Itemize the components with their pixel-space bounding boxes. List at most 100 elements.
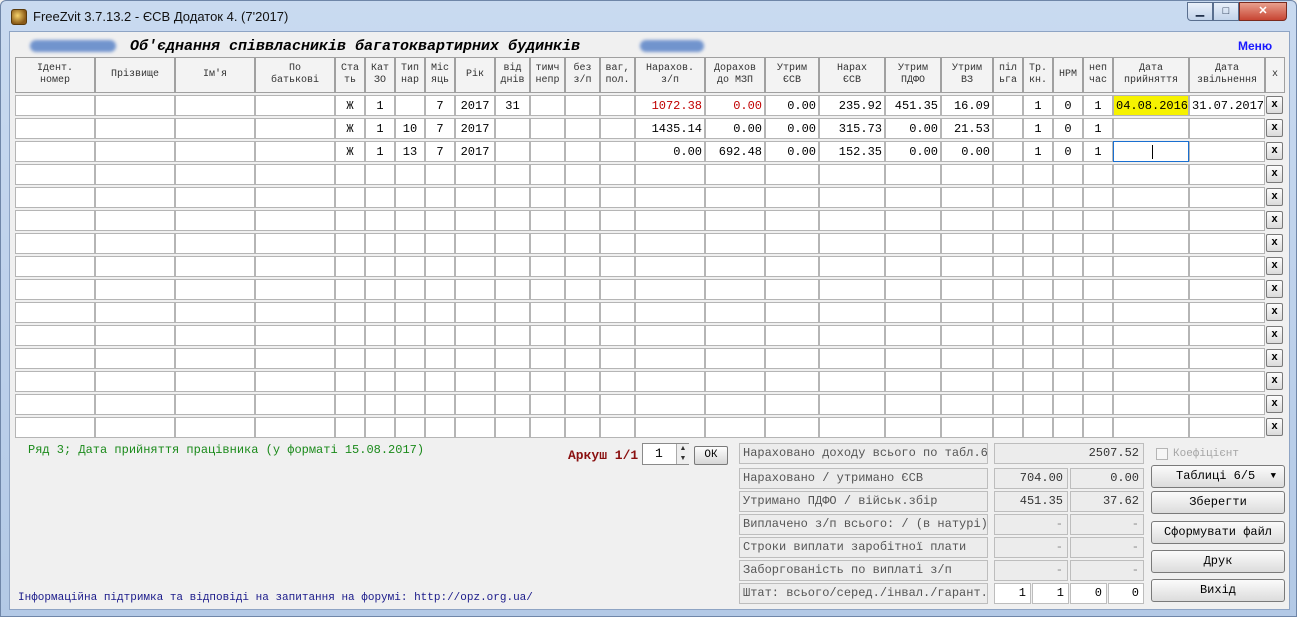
table-cell[interactable]: 0.00 — [885, 141, 941, 162]
table-cell[interactable]: 0.00 — [765, 118, 819, 139]
table-cell[interactable] — [395, 371, 425, 392]
table-cell[interactable] — [565, 394, 600, 415]
table-cell[interactable] — [530, 233, 565, 254]
table-cell[interactable] — [885, 371, 941, 392]
table-cell[interactable] — [495, 256, 530, 277]
table-cell[interactable] — [455, 302, 495, 323]
table-cell[interactable] — [705, 279, 765, 300]
table-cell[interactable] — [95, 187, 175, 208]
table-cell[interactable] — [941, 210, 993, 231]
table-cell[interactable] — [530, 371, 565, 392]
table-cell[interactable] — [175, 233, 255, 254]
table-cell[interactable]: 1 — [1083, 118, 1113, 139]
table-cell[interactable]: 315.73 — [819, 118, 885, 139]
table-cell[interactable] — [425, 187, 455, 208]
table-cell[interactable] — [335, 279, 365, 300]
table-cell[interactable] — [1053, 233, 1083, 254]
table-cell[interactable] — [455, 417, 495, 438]
table-cell[interactable] — [495, 187, 530, 208]
table-cell[interactable] — [1023, 210, 1053, 231]
table-cell[interactable] — [705, 394, 765, 415]
table-cell[interactable] — [255, 302, 335, 323]
table-cell[interactable] — [705, 256, 765, 277]
table-cell[interactable] — [335, 233, 365, 254]
table-cell[interactable] — [395, 417, 425, 438]
table-cell[interactable] — [819, 233, 885, 254]
table-cell[interactable] — [565, 348, 600, 369]
table-cell[interactable] — [425, 348, 455, 369]
table-cell[interactable]: 13 — [395, 141, 425, 162]
table-cell[interactable] — [530, 348, 565, 369]
table-cell[interactable] — [1053, 325, 1083, 346]
table-cell[interactable] — [1113, 348, 1189, 369]
table-cell[interactable] — [425, 325, 455, 346]
table-cell[interactable] — [95, 348, 175, 369]
table-cell[interactable] — [455, 233, 495, 254]
table-cell[interactable] — [1083, 210, 1113, 231]
table-cell[interactable]: 1435.14 — [635, 118, 705, 139]
table-cell[interactable] — [635, 371, 705, 392]
table-cell[interactable] — [495, 417, 530, 438]
table-cell[interactable] — [530, 95, 565, 116]
table-cell[interactable] — [175, 256, 255, 277]
table-cell[interactable] — [565, 210, 600, 231]
table-cell[interactable] — [1023, 187, 1053, 208]
table-cell[interactable]: Ж — [335, 95, 365, 116]
table-cell[interactable] — [635, 394, 705, 415]
table-cell[interactable] — [1113, 371, 1189, 392]
table-cell[interactable] — [819, 279, 885, 300]
table-cell[interactable]: 7 — [425, 95, 455, 116]
table-cell[interactable] — [993, 417, 1023, 438]
table-cell[interactable] — [565, 371, 600, 392]
table-cell[interactable] — [1189, 394, 1265, 415]
pay-terms-first[interactable]: - — [994, 537, 1068, 558]
spin-up-icon[interactable]: ▲ — [676, 444, 689, 454]
table-cell[interactable] — [335, 325, 365, 346]
table-cell[interactable] — [365, 233, 395, 254]
save-button[interactable]: Зберегти — [1151, 491, 1285, 514]
table-cell[interactable]: 1 — [1083, 141, 1113, 162]
table-cell[interactable] — [565, 417, 600, 438]
table-cell[interactable] — [993, 371, 1023, 392]
table-cell[interactable] — [365, 279, 395, 300]
table-cell[interactable] — [600, 325, 635, 346]
table-cell[interactable] — [395, 256, 425, 277]
table-cell[interactable] — [495, 210, 530, 231]
table-cell[interactable] — [495, 371, 530, 392]
table-cell[interactable] — [765, 187, 819, 208]
table-cell[interactable] — [255, 233, 335, 254]
table-cell[interactable] — [819, 256, 885, 277]
table-cell[interactable] — [95, 210, 175, 231]
table-cell[interactable] — [335, 348, 365, 369]
table-cell[interactable] — [600, 233, 635, 254]
table-cell[interactable]: 0.00 — [765, 141, 819, 162]
delete-row-button[interactable]: x — [1266, 372, 1283, 390]
table-cell[interactable] — [600, 187, 635, 208]
table-cell[interactable] — [705, 164, 765, 185]
table-cell[interactable] — [395, 348, 425, 369]
table-cell[interactable] — [255, 279, 335, 300]
table-cell[interactable] — [1083, 417, 1113, 438]
table-cell[interactable] — [175, 118, 255, 139]
table-cell[interactable] — [565, 141, 600, 162]
table-cell[interactable] — [705, 210, 765, 231]
table-cell[interactable] — [15, 233, 95, 254]
table-cell[interactable] — [819, 164, 885, 185]
table-cell[interactable] — [530, 210, 565, 231]
table-cell[interactable] — [885, 164, 941, 185]
table-cell[interactable]: 31 — [495, 95, 530, 116]
sheet-ok-button[interactable]: ОК — [694, 446, 728, 465]
table-cell[interactable] — [635, 417, 705, 438]
table-cell[interactable] — [495, 394, 530, 415]
table-cell[interactable]: 0 — [1053, 118, 1083, 139]
table-cell[interactable] — [425, 164, 455, 185]
table-cell[interactable] — [600, 256, 635, 277]
table-cell[interactable]: 1072.38 — [635, 95, 705, 116]
table-cell[interactable] — [15, 141, 95, 162]
table-cell[interactable] — [705, 187, 765, 208]
table-cell[interactable] — [335, 164, 365, 185]
table-cell[interactable] — [941, 325, 993, 346]
table-cell[interactable] — [425, 233, 455, 254]
table-cell[interactable] — [255, 417, 335, 438]
table-cell[interactable] — [819, 187, 885, 208]
